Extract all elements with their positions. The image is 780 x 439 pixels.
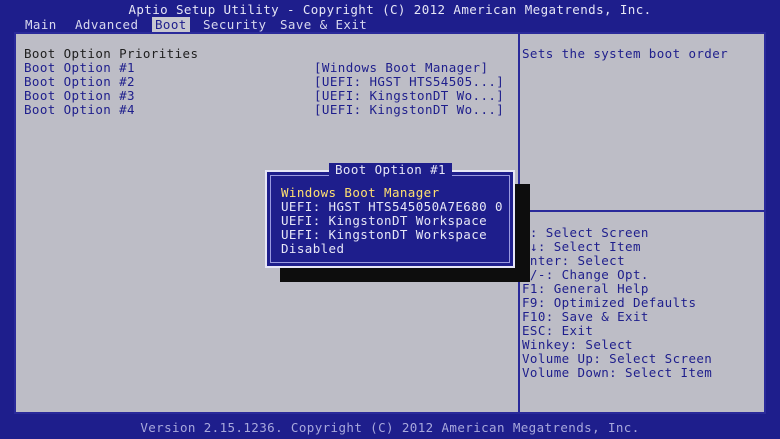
boot-option-2-label[interactable]: Boot Option #2 <box>24 74 135 89</box>
key-legend: ←: Select Screen ↑↓: Select Item Enter: … <box>522 226 712 380</box>
help-text: Sets the system boot order <box>522 46 729 61</box>
popup-option-disabled[interactable]: Disabled <box>281 242 503 256</box>
version-footer: Version 2.15.1236. Copyright (C) 2012 Am… <box>140 420 640 435</box>
key-hint: ↑↓: Select Item <box>522 239 641 254</box>
boot-option-2-value[interactable]: [UEFI: HGST HTS54505...] <box>314 74 504 89</box>
boot-option-4-value[interactable]: [UEFI: KingstonDT Wo...] <box>314 102 504 117</box>
tab-save-exit[interactable]: Save & Exit <box>277 17 370 32</box>
tab-boot[interactable]: Boot <box>152 17 190 32</box>
boot-option-3-label[interactable]: Boot Option #3 <box>24 88 135 103</box>
popup-options-list: Windows Boot Manager UEFI: HGST HTS54505… <box>281 186 503 256</box>
popup-option-uefi-kingston-1[interactable]: UEFI: KingstonDT Workspace <box>281 214 503 228</box>
section-title: Boot Option Priorities <box>24 46 199 61</box>
key-hint: F1: General Help <box>522 281 649 296</box>
bios-title-bar: Aptio Setup Utility - Copyright (C) 2012… <box>128 2 652 17</box>
tab-security[interactable]: Security <box>200 17 269 32</box>
boot-option-3-value[interactable]: [UEFI: KingstonDT Wo...] <box>314 88 504 103</box>
tab-advanced[interactable]: Advanced <box>72 17 141 32</box>
key-hint: ESC: Exit <box>522 323 594 338</box>
boot-option-1-label[interactable]: Boot Option #1 <box>24 60 135 75</box>
key-hint: F10: Save & Exit <box>522 309 649 324</box>
key-hint: Winkey: Select <box>522 337 633 352</box>
boot-option-popup: Boot Option #1 Windows Boot Manager UEFI… <box>265 163 515 268</box>
boot-option-1-value[interactable]: [Windows Boot Manager] <box>314 60 488 75</box>
tab-main[interactable]: Main <box>22 17 60 32</box>
key-hint: Volume Up: Select Screen <box>522 351 713 366</box>
key-hint: +/-: Change Opt. <box>522 267 649 282</box>
popup-title: Boot Option #1 <box>329 163 452 177</box>
key-hint: F9: Optimized Defaults <box>522 295 697 310</box>
key-hint: Enter: Select <box>522 253 626 268</box>
popup-option-uefi-kingston-2[interactable]: UEFI: KingstonDT Workspace <box>281 228 503 242</box>
popup-option-uefi-hgst[interactable]: UEFI: HGST HTS545050A7E680 0 <box>281 200 503 214</box>
key-hint: Volume Down: Select Item <box>522 365 713 380</box>
popup-option-windows-boot-manager[interactable]: Windows Boot Manager <box>281 186 503 200</box>
boot-option-4-label[interactable]: Boot Option #4 <box>24 102 135 117</box>
key-hint: ←: Select Screen <box>522 225 649 240</box>
help-divider <box>520 210 764 212</box>
